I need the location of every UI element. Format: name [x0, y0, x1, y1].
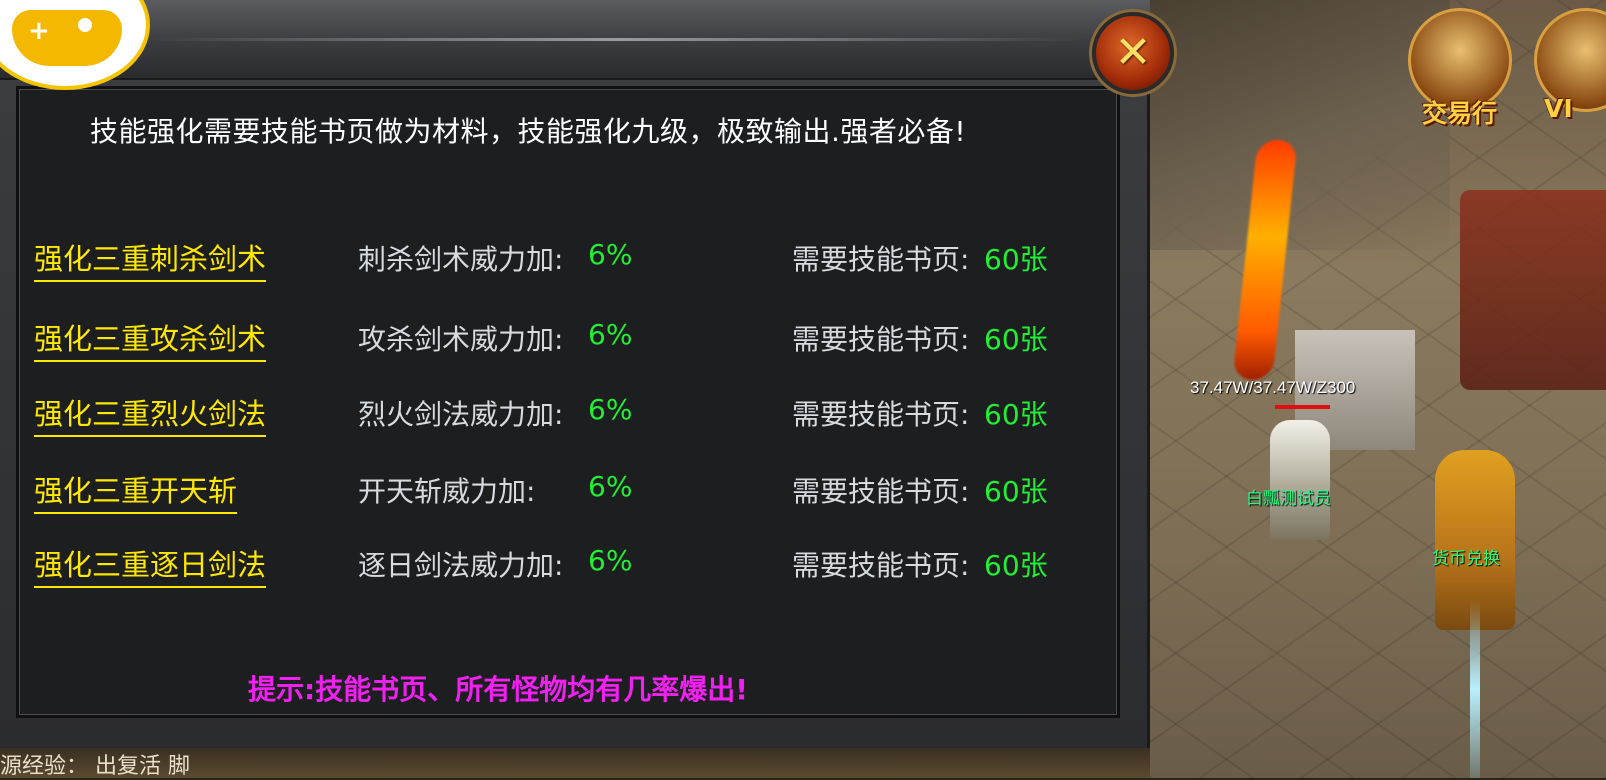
skill-row: 强化三重攻杀剑术 攻杀剑术威力加: 6% 需要技能书页: 60张: [0, 316, 1100, 362]
cost-label: 需要技能书页:: [792, 243, 970, 276]
npc-name-currency-exchange[interactable]: 货币兑换: [1432, 544, 1500, 569]
bonus-value: 6%: [588, 238, 633, 271]
skill-row: 强化三重逐日剑法 逐日剑法威力加: 6% 需要技能书页: 60张: [0, 542, 1100, 588]
bonus-value: 6%: [588, 393, 633, 426]
cost-label: 需要技能书页:: [792, 475, 970, 508]
trade-house-label[interactable]: 交易行: [1422, 94, 1497, 130]
skill-link-attack[interactable]: 强化三重攻杀剑术: [34, 316, 267, 362]
skill-link-flaming[interactable]: 强化三重烈火剑法: [34, 391, 267, 437]
chat-strip-text: 源经验： 出复活 脚: [0, 754, 190, 779]
drop-tip-text: 提示:技能书页、所有怪物均有几率爆出!: [248, 673, 748, 706]
npc-tester-sprite[interactable]: [1270, 420, 1330, 540]
light-beam-effect: [1470, 600, 1480, 778]
skill-row: 强化三重刺杀剑术 刺杀剑术威力加: 6% 需要技能书页: 60张: [0, 236, 1100, 282]
cost-label: 需要技能书页:: [792, 323, 970, 356]
bonus-label: 开天斩威力加:: [358, 475, 536, 508]
player-hp-text: 37.47W/37.47W/Z300: [1190, 378, 1356, 397]
cost-value: 60张: [984, 243, 1048, 276]
dialog-intro-text: 技能强化需要技能书页做为材料，技能强化九级，极致输出.强者必备!: [90, 115, 967, 148]
npc-name-tester[interactable]: 白瓢测试员: [1246, 484, 1331, 509]
skill-link-sky-splitter[interactable]: 强化三重开天斩: [34, 468, 238, 514]
bonus-value: 6%: [588, 470, 633, 503]
bonus-label: 逐日剑法威力加:: [358, 549, 564, 582]
cost-value: 60张: [984, 475, 1048, 508]
skill-row: 强化三重烈火剑法 烈火剑法威力加: 6% 需要技能书页: 60张: [0, 391, 1100, 437]
skill-enhance-dialog: 技能强化需要技能书页做为材料，技能强化九级，极致输出.强者必备! 强化三重刺杀剑…: [0, 0, 1174, 748]
close-x-icon: ✕: [1114, 27, 1152, 78]
bonus-label: 刺杀剑术威力加:: [358, 243, 564, 276]
cost-label: 需要技能书页:: [792, 549, 970, 582]
cost-value: 60张: [984, 549, 1048, 582]
bonus-value: 6%: [588, 318, 633, 351]
vip-label[interactable]: VI: [1544, 94, 1573, 123]
market-stall: [1460, 190, 1606, 390]
bonus-label: 攻杀剑术威力加:: [358, 323, 564, 356]
skill-row: 强化三重开天斩 开天斩威力加: 6% 需要技能书页: 60张: [0, 468, 1100, 514]
dpad-icon: +: [28, 16, 50, 46]
skill-link-thrusting[interactable]: 强化三重刺杀剑术: [34, 236, 267, 282]
close-button[interactable]: ✕: [1092, 12, 1174, 94]
dialog-header: [0, 0, 1150, 80]
button-dot-icon: [78, 18, 92, 32]
cost-value: 60张: [984, 323, 1048, 356]
skill-link-sun-chaser[interactable]: 强化三重逐日剑法: [34, 542, 267, 588]
city-wall: [1150, 0, 1450, 250]
cost-value: 60张: [984, 398, 1048, 431]
bonus-value: 6%: [588, 544, 633, 577]
player-hp-bar: [1275, 405, 1330, 409]
game-world-view[interactable]: 37.47W/37.47W/Z300 白瓢测试员 货币兑换 交易行 VI: [1150, 0, 1606, 778]
cost-label: 需要技能书页:: [792, 398, 970, 431]
bonus-label: 烈火剑法威力加:: [358, 398, 564, 431]
